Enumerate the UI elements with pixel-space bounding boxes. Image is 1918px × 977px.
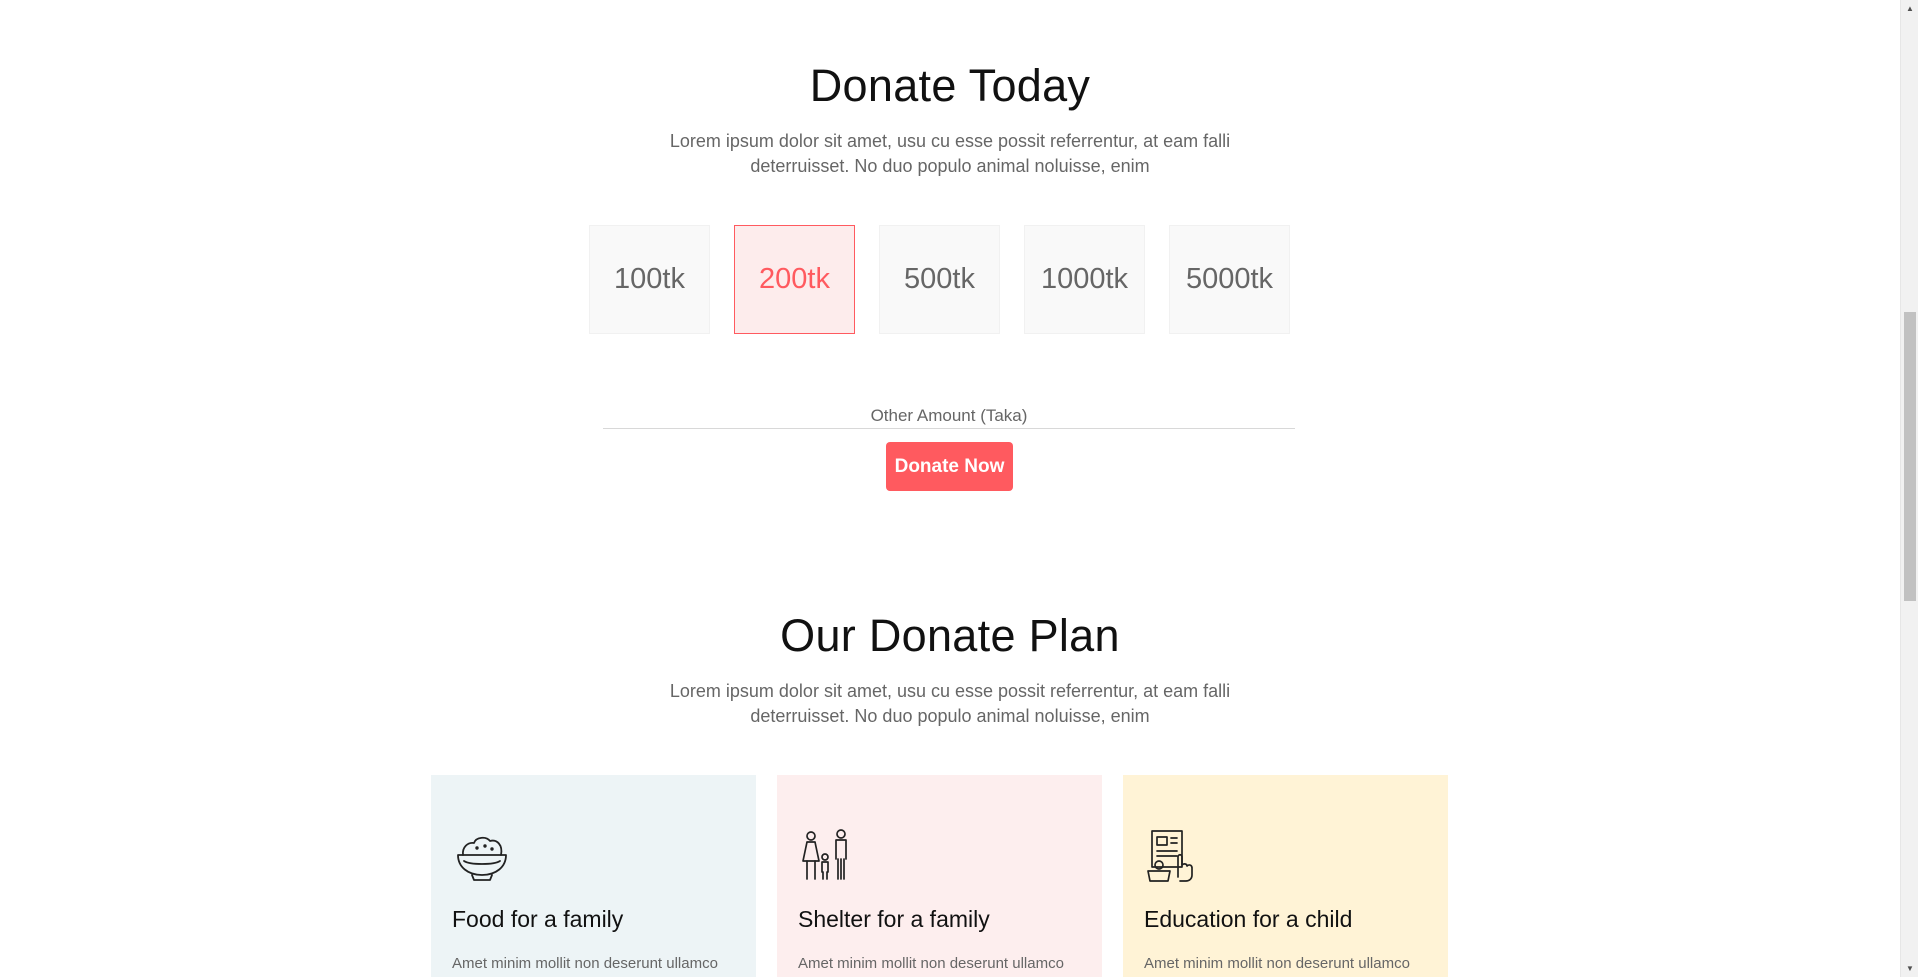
plan-card-shelter[interactable]: Shelter for a family Amet minim mollit n… [777,775,1102,977]
plan-cards: Food for a family Amet minim mollit non … [431,775,1448,977]
donate-now-button[interactable]: Donate Now [886,442,1013,491]
plan-description: Lorem ipsum dolor sit amet, usu cu esse … [669,681,1231,726]
other-amount-input[interactable] [603,404,1295,428]
amount-option-200[interactable]: 200tk [734,225,855,334]
vertical-scrollbar[interactable]: ▲ ▼ [1900,0,1918,977]
plan-card-description: Amet minim mollit non deserunt ullamco [798,955,1064,972]
food-bowl-icon [457,836,507,881]
scroll-down-arrow-icon[interactable]: ▼ [1901,960,1918,977]
other-amount-field-wrapper [603,404,1295,429]
plan-card-description: Amet minim mollit non deserunt ullamco [1144,955,1410,972]
education-icon [1147,830,1193,882]
plan-card-description: Amet minim mollit non deserunt ullamco [452,955,718,972]
amount-option-100[interactable]: 100tk [589,225,710,334]
plan-card-title: Education for a child [1144,906,1353,932]
donate-title: Donate Today [809,60,1091,111]
page: Donate Today Lorem ipsum dolor sit amet,… [0,0,1918,977]
plan-card-education[interactable]: Education for a child Amet minim mollit … [1123,775,1448,977]
plan-card-food[interactable]: Food for a family Amet minim mollit non … [431,775,756,977]
plan-title: Our Donate Plan [780,610,1120,661]
amount-option-500[interactable]: 500tk [879,225,1000,334]
amount-options: 100tk 200tk 500tk 1000tk 5000tk [589,225,1290,334]
amount-option-5000[interactable]: 5000tk [1169,225,1290,334]
plan-card-title: Shelter for a family [798,906,990,932]
viewport: Donate Today Lorem ipsum dolor sit amet,… [0,0,1900,977]
plan-card-title: Food for a family [452,906,624,932]
amount-option-1000[interactable]: 1000tk [1024,225,1145,334]
family-icon [802,829,847,880]
scroll-up-arrow-icon[interactable]: ▲ [1901,0,1918,17]
donate-description: Lorem ipsum dolor sit amet, usu cu esse … [669,131,1231,176]
scrollbar-thumb[interactable] [1904,312,1916,601]
